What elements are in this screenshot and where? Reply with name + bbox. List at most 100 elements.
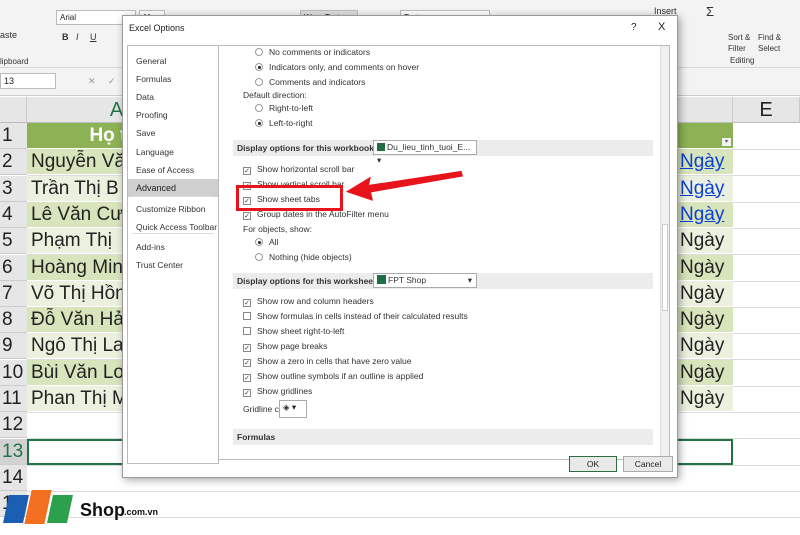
option-label: All <box>269 237 279 247</box>
row-header[interactable]: 5 <box>0 228 27 255</box>
direction-radio[interactable]: Right-to-left <box>255 103 313 113</box>
paste-button[interactable]: aste <box>0 30 17 40</box>
row-header[interactable]: 13 <box>0 438 27 465</box>
checkbox-icon[interactable]: ✓ <box>243 374 251 382</box>
radio-icon[interactable] <box>255 253 263 261</box>
objects-radio[interactable]: All <box>255 237 278 247</box>
row-header[interactable]: 4 <box>0 201 27 228</box>
excel-options-dialog: Excel Options ? X General Formulas Data Pro… <box>122 15 678 478</box>
row-header[interactable]: 11 <box>0 386 27 412</box>
date-cell[interactable]: Ngày <box>677 254 733 281</box>
row-header[interactable]: 6 <box>0 254 27 281</box>
option-label: No comments or indicators <box>269 47 371 57</box>
italic-button[interactable]: I <box>76 32 79 42</box>
nav-item-data[interactable]: Data <box>128 88 218 106</box>
content-scrollbar[interactable] <box>660 46 669 459</box>
workbook-select[interactable]: Du_lieu_tinh_tuoi_E... ▾ <box>373 140 477 165</box>
scrollbar-thumb[interactable] <box>662 224 668 311</box>
row-header[interactable]: 7 <box>0 280 27 307</box>
nav-divider <box>132 196 214 197</box>
worksheet-select[interactable]: FPT Shop ▾ <box>373 273 477 288</box>
nav-item-proofing[interactable]: Proofing <box>128 106 218 124</box>
checkbox-icon[interactable]: ✓ <box>243 344 251 352</box>
nav-item-trust-center[interactable]: Trust Center <box>128 256 218 274</box>
row-header[interactable]: 2 <box>0 149 27 176</box>
comments-radio[interactable]: Indicators only, and comments on hover <box>255 62 419 72</box>
column-header-e[interactable]: E <box>733 97 800 123</box>
nav-item-formulas[interactable]: Formulas <box>128 70 218 88</box>
worksheet-option-checkbox[interactable]: ✓ Show page breaks <box>243 341 327 352</box>
editing-group-label: Editing <box>730 56 755 65</box>
option-label: Indicators only, and comments on hover <box>269 62 420 72</box>
date-cell[interactable]: Ngày <box>677 280 733 307</box>
cancel-formula-icon[interactable]: ✕ <box>88 76 96 87</box>
row-header[interactable]: 8 <box>0 307 27 334</box>
close-button[interactable]: X <box>658 21 665 33</box>
nav-item-save[interactable]: Save <box>128 124 218 142</box>
highlight-box <box>236 185 343 211</box>
date-cell[interactable]: Ngày <box>677 359 733 386</box>
comments-radio[interactable]: No comments or indicators <box>255 47 370 57</box>
excel-icon <box>377 143 385 151</box>
checkbox-icon[interactable]: ✓ <box>243 212 251 220</box>
date-cell[interactable]: Ngày <box>677 149 733 176</box>
sort-filter-button[interactable]: Sort & Filter <box>728 32 758 54</box>
worksheet-option-checkbox[interactable]: Show sheet right-to-left <box>243 326 344 336</box>
ok-button[interactable]: OK <box>569 456 617 472</box>
bold-button[interactable]: B <box>62 32 69 42</box>
checkbox-icon[interactable] <box>243 327 251 335</box>
checkbox-icon[interactable]: ✓ <box>243 299 251 307</box>
radio-icon[interactable] <box>255 104 263 112</box>
date-cell[interactable]: Ngày <box>677 307 733 334</box>
radio-icon[interactable] <box>255 48 263 56</box>
row-header[interactable]: 12 <box>0 412 27 439</box>
worksheet-option-checkbox[interactable]: Show formulas in cells instead of their … <box>243 311 468 321</box>
direction-radio[interactable]: Left-to-right <box>255 118 312 128</box>
workbook-option-checkbox[interactable]: ✓ Show horizontal scroll bar <box>243 164 354 175</box>
checkbox-icon[interactable]: ✓ <box>243 389 251 397</box>
row-header[interactable]: 9 <box>0 333 27 360</box>
date-cell[interactable]: Ngày <box>677 201 733 228</box>
row-header[interactable]: 1 <box>0 123 27 149</box>
nav-item-general[interactable]: General <box>128 52 218 70</box>
date-cell[interactable]: Ngày <box>677 228 733 255</box>
gridline-color-picker[interactable]: ◈ ▾ <box>279 400 307 418</box>
checkbox-icon[interactable]: ✓ <box>243 359 251 367</box>
worksheet-option-checkbox[interactable]: ✓ Show a zero in cells that have zero val… <box>243 356 412 367</box>
radio-icon[interactable] <box>255 78 263 86</box>
worksheet-option-checkbox[interactable]: ✓ Show gridlines <box>243 386 312 397</box>
select-all-corner[interactable] <box>0 97 27 123</box>
autosum-icon[interactable]: Σ <box>706 4 714 19</box>
checkbox-icon[interactable]: ✓ <box>243 167 251 175</box>
row-header[interactable]: 3 <box>0 175 27 202</box>
date-cell[interactable]: Ngày <box>677 175 733 202</box>
nav-item-ease-of-access[interactable]: Ease of Access <box>128 161 218 179</box>
workbook-section-header: Display options for this workbook: Du_lie… <box>233 140 653 165</box>
cancel-button[interactable]: Cancel <box>623 456 673 472</box>
comments-radio[interactable]: Comments and indicators <box>255 77 365 87</box>
help-button[interactable]: ? <box>631 22 637 33</box>
nav-item-add-ins[interactable]: Add-ins <box>128 238 218 256</box>
radio-icon[interactable] <box>255 63 263 71</box>
row-header[interactable]: 14 <box>0 464 27 491</box>
find-select-button[interactable]: Find & Select <box>758 32 790 54</box>
nav-item-advanced[interactable]: Advanced <box>128 179 218 197</box>
date-cell[interactable]: Ngày <box>677 386 733 412</box>
radio-icon[interactable] <box>255 119 263 127</box>
nav-item-language[interactable]: Language <box>128 143 218 161</box>
option-label: Nothing (hide objects) <box>269 252 352 262</box>
objects-radio[interactable]: Nothing (hide objects) <box>255 252 352 262</box>
date-cell[interactable]: Ngày <box>677 333 733 360</box>
header-cell-d[interactable]: ▾ <box>677 123 733 149</box>
name-box[interactable]: 13 <box>0 73 56 89</box>
nav-item-customize-ribbon[interactable]: Customize Ribbon <box>128 200 218 218</box>
checkbox-icon[interactable] <box>243 312 251 320</box>
row-header[interactable]: 10 <box>0 359 27 386</box>
worksheet-option-checkbox[interactable]: ✓ Show row and column headers <box>243 296 374 307</box>
radio-icon[interactable] <box>255 238 263 246</box>
logo-domain-text: .com.vn <box>124 507 159 517</box>
option-label: Left-to-right <box>269 118 313 128</box>
underline-button[interactable]: U <box>90 32 97 42</box>
worksheet-option-checkbox[interactable]: ✓ Show outline symbols if an outline is a… <box>243 371 423 382</box>
enter-formula-icon[interactable]: ✓ <box>108 76 116 87</box>
